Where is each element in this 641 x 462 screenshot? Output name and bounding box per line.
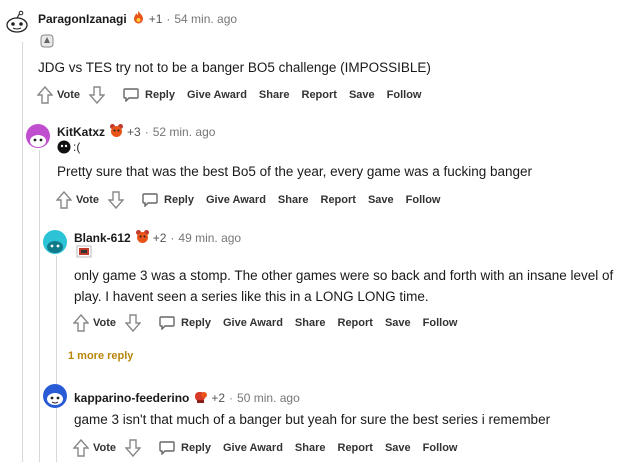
username[interactable]: Blank-612 <box>74 231 131 245</box>
reply-label: Reply <box>145 89 175 101</box>
report-button[interactable]: Report <box>302 89 337 101</box>
separator: · <box>144 125 149 139</box>
speech-bubble-icon <box>123 88 139 102</box>
username[interactable]: ParagonIzanagi <box>38 12 127 26</box>
upvote-icon[interactable] <box>55 191 73 209</box>
follow-button[interactable]: Follow <box>387 89 422 101</box>
karma-count: +1 <box>148 12 163 26</box>
reply-button[interactable]: Reply <box>142 193 194 207</box>
vote-count: Vote <box>93 317 117 329</box>
comment-body: Pretty sure that was the best Bo5 of the… <box>57 164 533 179</box>
separator: · <box>229 391 234 405</box>
downvote-icon[interactable] <box>124 439 142 457</box>
upvote-icon[interactable] <box>72 314 90 332</box>
flair <box>40 34 54 48</box>
share-button[interactable]: Share <box>278 194 309 206</box>
karma-count: +3 <box>127 125 141 139</box>
flair-text: :( <box>73 140 81 154</box>
vote-count: Vote <box>57 89 81 101</box>
comment-actions: Vote Reply Give Award Share Report Save … <box>36 86 433 104</box>
vote-count: Vote <box>76 194 100 206</box>
save-button[interactable]: Save <box>385 442 411 454</box>
give-award-button[interactable]: Give Award <box>223 317 283 329</box>
snoo-avatar-icon <box>6 10 28 33</box>
karma-count: +2 <box>211 391 226 405</box>
snoo-avatar-icon <box>47 241 63 253</box>
avatar[interactable] <box>4 10 28 34</box>
comment-actions: Vote Reply Give Award Share Report Save … <box>55 191 452 209</box>
snoo-avatar-icon <box>47 393 63 405</box>
speech-bubble-icon <box>142 193 158 207</box>
reply-label: Reply <box>181 442 211 454</box>
give-award-button[interactable]: Give Award <box>206 194 266 206</box>
downvote-icon[interactable] <box>88 86 106 104</box>
save-button[interactable]: Save <box>349 89 375 101</box>
upvote-icon[interactable] <box>36 86 54 104</box>
downvote-icon[interactable] <box>107 191 125 209</box>
report-button[interactable]: Report <box>338 442 373 454</box>
username[interactable]: KitKatxz <box>57 125 105 139</box>
report-button[interactable]: Report <box>338 317 373 329</box>
follow-button[interactable]: Follow <box>406 194 441 206</box>
timestamp[interactable]: 54 min. ago <box>174 12 237 26</box>
reply-button[interactable]: Reply <box>159 441 211 455</box>
reply-button[interactable]: Reply <box>123 88 175 102</box>
save-button[interactable]: Save <box>385 317 411 329</box>
follow-button[interactable]: Follow <box>423 442 458 454</box>
share-button[interactable]: Share <box>259 89 290 101</box>
comment-actions: Vote Reply Give Award Share Report Save … <box>72 314 469 332</box>
comment-body-line: play. I havent seen a series like this i… <box>74 289 429 304</box>
comment-body: JDG vs TES try not to be a banger BO5 ch… <box>38 60 431 75</box>
team-flair-icon <box>76 245 92 258</box>
comment-body-line: only game 3 was a stomp. The other games… <box>74 268 614 283</box>
report-button[interactable]: Report <box>321 194 356 206</box>
fire-award-icon[interactable] <box>131 10 146 28</box>
give-award-button[interactable]: Give Award <box>187 89 247 101</box>
thread-line[interactable] <box>22 42 23 462</box>
timestamp[interactable]: 50 min. ago <box>237 391 300 405</box>
snoo-avatar-icon <box>30 135 46 147</box>
vote-count: Vote <box>93 442 117 454</box>
reply-label: Reply <box>181 317 211 329</box>
reply-label: Reply <box>164 194 194 206</box>
follow-button[interactable]: Follow <box>423 317 458 329</box>
give-award-button[interactable]: Give Award <box>223 442 283 454</box>
separator: · <box>170 231 175 245</box>
bear-award-icon[interactable] <box>109 123 124 141</box>
flair <box>76 244 92 258</box>
comment-body: only game 3 was a stomp. The other games… <box>74 265 613 307</box>
downvote-icon[interactable] <box>124 314 142 332</box>
timestamp[interactable]: 49 min. ago <box>178 231 241 245</box>
username[interactable]: kapparino-feederino <box>74 391 189 405</box>
reply-button[interactable]: Reply <box>159 316 211 330</box>
upvote-icon[interactable] <box>72 439 90 457</box>
share-button[interactable]: Share <box>295 317 326 329</box>
save-button[interactable]: Save <box>368 194 394 206</box>
thread-line[interactable] <box>39 150 40 462</box>
karma-count: +2 <box>152 231 167 245</box>
avatar[interactable] <box>43 230 67 254</box>
thread-line[interactable] <box>56 256 57 462</box>
avatar[interactable] <box>43 384 67 408</box>
more-replies-link[interactable]: 1 more reply <box>68 350 133 362</box>
speech-bubble-icon <box>159 316 175 330</box>
comment-body: game 3 isn't that much of a banger but y… <box>74 412 551 427</box>
flair: :( <box>57 140 80 154</box>
team-flair-icon <box>57 140 71 154</box>
comment-actions: Vote Reply Give Award Share Report Save … <box>72 439 469 457</box>
separator: · <box>166 12 171 26</box>
team-flair-icon <box>40 34 54 48</box>
share-button[interactable]: Share <box>295 442 326 454</box>
bear-award-icon[interactable] <box>135 229 150 247</box>
boxing-glove-award-icon[interactable] <box>193 389 208 407</box>
avatar[interactable] <box>26 124 50 148</box>
timestamp[interactable]: 52 min. ago <box>153 125 216 139</box>
speech-bubble-icon <box>159 441 175 455</box>
